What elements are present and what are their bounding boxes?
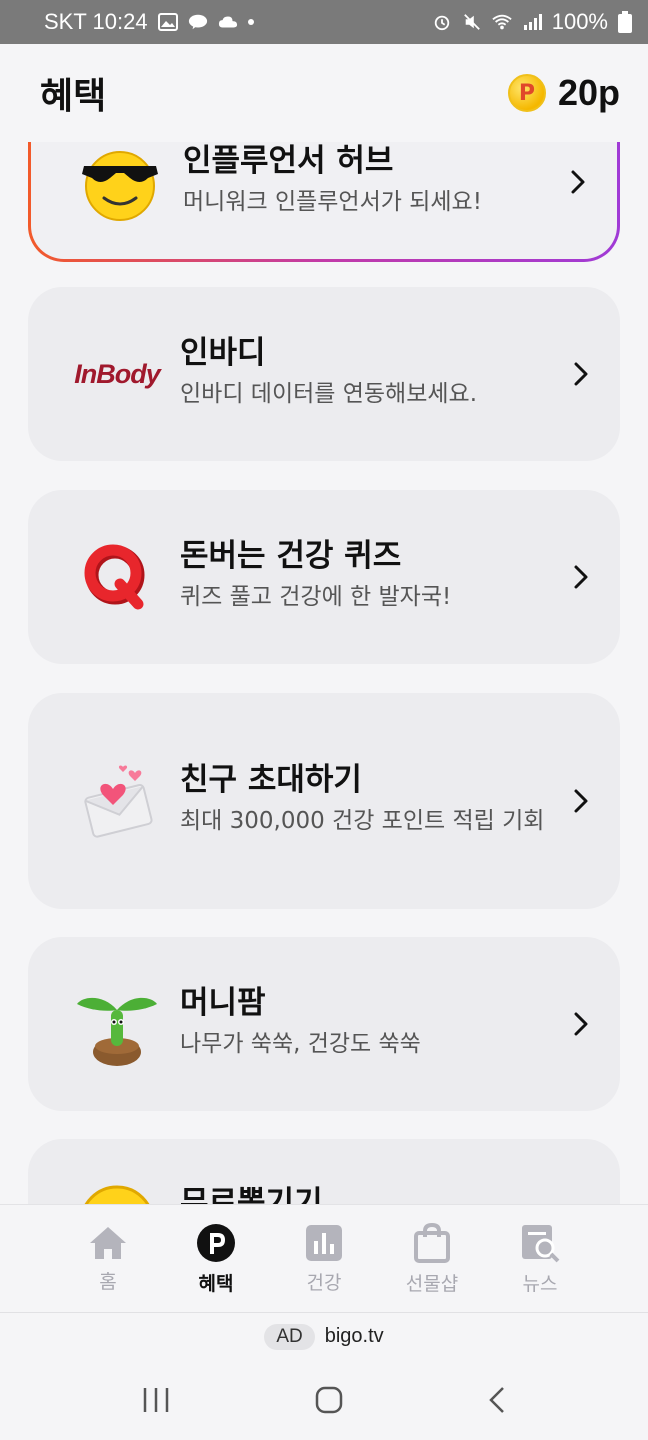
system-nav-bar	[0, 1360, 648, 1440]
tab-label: 건강	[306, 1271, 342, 1294]
card-title: 친구 초대하기	[180, 762, 362, 798]
points-icon	[197, 1223, 235, 1262]
tab-label: 선물샵	[405, 1272, 459, 1295]
chevron-right-icon	[566, 359, 596, 389]
bottom-nav: 홈 혜택 건강 선물샵 뉴스	[0, 1204, 648, 1312]
card-title: 머니팜	[180, 985, 266, 1021]
card-subtitle: 인바디 데이터를 연동해보세요.	[180, 381, 478, 407]
mute-icon	[463, 14, 480, 30]
ad-text: bigo.tv	[324, 1325, 384, 1347]
card-free-draw[interactable]: 무료뽑기기	[28, 1139, 620, 1204]
page-title: 혜택	[40, 76, 107, 117]
signal-icon	[523, 14, 542, 30]
tab-home[interactable]: 홈	[54, 1205, 162, 1313]
battery-percent: 100%	[551, 9, 608, 34]
talk-icon	[188, 14, 207, 30]
card-title: 무료뽑기기	[180, 1185, 323, 1204]
home-icon	[90, 1226, 126, 1259]
card-inbody[interactable]: InBody 인바디 인바디 데이터를 연동해보세요.	[28, 287, 620, 461]
ad-tag: AD	[264, 1323, 315, 1350]
tab-health[interactable]: 건강	[270, 1205, 378, 1313]
card-subtitle: 나무가 쑥쑥, 건강도 쑥쑥	[180, 1031, 421, 1057]
point-coin-icon: P	[507, 74, 546, 112]
chevron-right-icon	[566, 786, 596, 816]
chevron-right-icon	[566, 1009, 596, 1039]
coin-icon	[72, 1183, 162, 1204]
status-bar: SKT 10:24 100%	[0, 0, 648, 44]
benefits-list[interactable]: 인플루언서 허브 머니워크 인플루언서가 되세요! InBody 인바디 인바디…	[0, 142, 648, 1204]
sunglasses-emoji-icon	[75, 142, 165, 227]
sprout-icon	[72, 979, 162, 1069]
inbody-logo: InBody	[72, 329, 162, 419]
card-title: 돈버는 건강 퀴즈	[180, 538, 402, 574]
card-health-quiz[interactable]: 돈버는 건강 퀴즈 퀴즈 풀고 건강에 한 발자국!	[28, 490, 620, 664]
tab-label: 혜택	[198, 1272, 234, 1295]
shopping-bag-icon	[414, 1222, 450, 1263]
chevron-right-icon	[563, 167, 593, 197]
tab-benefits[interactable]: 혜택	[162, 1205, 270, 1313]
card-influencer-hub[interactable]: 인플루언서 허브 머니워크 인플루언서가 되세요!	[28, 142, 620, 262]
chart-icon	[306, 1224, 342, 1261]
wifi-icon	[492, 14, 512, 30]
battery-icon	[618, 11, 632, 33]
ad-banner[interactable]: AD bigo.tv	[0, 1312, 648, 1360]
tab-gift-shop[interactable]: 선물샵	[378, 1205, 486, 1313]
notification-dot-icon	[247, 19, 254, 25]
alarm-icon	[434, 15, 449, 31]
love-letter-icon	[72, 756, 162, 846]
back-icon[interactable]	[487, 1385, 507, 1415]
card-invite-friends[interactable]: 친구 초대하기 최대 300,000 건강 포인트 적립 기회	[28, 693, 620, 909]
status-carrier-time: SKT 10:24	[44, 9, 148, 34]
gallery-icon	[157, 13, 178, 31]
app-header: 혜택 P 20p	[0, 44, 648, 142]
cloud-icon	[218, 16, 237, 28]
card-money-farm[interactable]: 머니팜 나무가 쑥쑥, 건강도 쑥쑥	[28, 937, 620, 1111]
tab-label: 뉴스	[522, 1272, 558, 1295]
bottom-nav-items: 홈 혜택 건강 선물샵 뉴스	[54, 1205, 594, 1312]
card-title: 인바디	[180, 335, 266, 371]
quiz-q-icon	[72, 532, 162, 622]
points-balance[interactable]: P 20p	[507, 72, 620, 114]
recent-apps-icon[interactable]	[141, 1386, 171, 1414]
points-value: 20p	[557, 72, 620, 113]
card-subtitle: 최대 300,000 건강 포인트 적립 기회	[180, 808, 545, 834]
tab-news[interactable]: 뉴스	[486, 1205, 594, 1313]
news-search-icon	[522, 1224, 560, 1262]
chevron-right-icon	[566, 562, 596, 592]
card-title: 인플루언서 허브	[183, 143, 394, 179]
tab-label: 홈	[99, 1270, 117, 1293]
card-subtitle: 머니워크 인플루언서가 되세요!	[183, 189, 482, 215]
inbody-logo-text: InBody	[74, 358, 160, 389]
coin-letter: P	[518, 80, 536, 106]
home-button-icon[interactable]	[314, 1385, 344, 1415]
card-subtitle: 퀴즈 풀고 건강에 한 발자국!	[180, 584, 452, 610]
